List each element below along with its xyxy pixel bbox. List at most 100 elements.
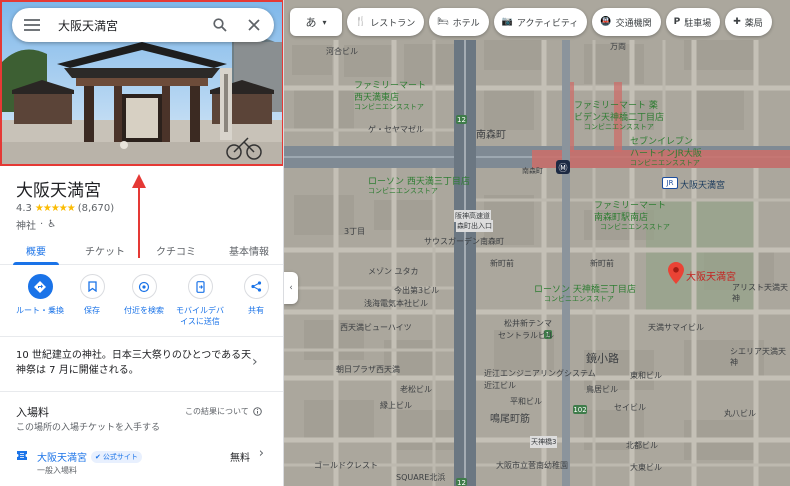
tab-overview[interactable]: 概要 [0,232,72,264]
menu-icon[interactable] [20,13,44,37]
send-to-phone-button[interactable]: モバイルデバ イスに送信 [171,274,229,327]
map-label: 平和ビル [510,397,542,406]
map-label: ゴールドクレスト [314,461,378,470]
search-input[interactable]: 大阪天満宮 [58,17,208,34]
close-icon[interactable] [242,13,266,37]
camera-icon: 📷 [501,17,513,27]
map-label: 大阪市立菅南幼稚園 [496,461,568,470]
map-label: 近江ビル [484,381,516,390]
action-buttons: ルート・乗換 保存 付近を検索 モバイルデバ イスに送信 共有 [0,274,283,327]
info-icon [252,407,262,416]
tab-about[interactable]: 基本情報 [214,232,283,264]
location-pin-icon [668,262,684,284]
review-count[interactable]: (8,670) [78,203,114,214]
map-label: 南森町 [476,130,506,141]
save-button[interactable]: 保存 [67,274,117,327]
map-label: 浅海電気本社ビル [364,299,428,308]
map-label: メゾン ユタカ [368,267,419,276]
official-site-text: 公式サイト [102,452,138,461]
verified-icon: ✔ [95,452,101,461]
chevron-left-icon: ‹ [289,283,293,293]
map-label: 河合ビル [326,47,358,56]
parking-icon: P [673,17,681,27]
map-label: コンビニエンスストア [368,187,438,195]
map-label: コンビニエンスストア [354,103,424,111]
map-label: 鳴尾町筋 [490,414,530,425]
map-label: 鳥居ビル [586,385,618,394]
chip-label: アクティビティ [516,18,579,29]
map-label: 新町前 [490,259,514,268]
map-label: 鏡小路 [586,352,619,365]
map-label: 3丁目 [344,227,366,236]
subway-station-icon[interactable]: Ⓜ [556,160,570,174]
send-to-phone-icon [187,274,213,299]
chip-label: 駐車場 [684,18,712,29]
chip-pharmacy[interactable]: ✚ 薬局 [725,8,772,36]
chevron-down-icon: ▾ [322,17,327,27]
search-box[interactable]: 大阪天満宮 [12,8,274,42]
chip-activities[interactable]: 📷 アクティビティ [493,8,588,36]
map-label: 丸八ビル [724,409,756,418]
map-label: 松井新テンマ [504,319,552,328]
hotel-icon: 🛏 [437,17,449,27]
share-button[interactable]: 共有 [231,274,281,327]
about-result-link[interactable]: この結果について [185,406,262,417]
map-label: ゲ・セヤマゼル [368,125,424,134]
chip-restaurants[interactable]: 🍴 レストラン [347,8,425,36]
map-label: セントラルビル [498,331,554,340]
tab-tickets[interactable]: チケット [72,232,138,264]
language-button[interactable]: あ ▾ [290,8,342,36]
share-icon [243,274,269,299]
star-rating-icon: ★★★★★ [34,203,76,214]
tab-reviews[interactable]: クチコミ [138,232,214,264]
chevron-right-icon[interactable]: › [252,354,258,370]
map-labels: 河合ビル 万両 ファミリーマート 西天満東店 コンビニエンスストア ファミリーマ… [284,0,790,486]
category-chips: あ ▾ 🍴 レストラン 🛏 ホテル 📷 アクティビティ 🚇 交通機関 P 駐車場 ✚ 薬局 [284,8,790,38]
map-label: 天満サマイビル [648,323,704,332]
map-label: アリスト天満天神 [732,283,788,303]
place-tabs: 概要 チケット クチコミ 基本情報 [0,232,283,265]
map-label: 大阪天満宮 [680,181,726,191]
ticket-icon [17,451,27,460]
map-label: コンビニエンスストア [600,223,670,231]
save-label: 保存 [84,306,100,315]
official-site-badge: ✔ 公式サイト [91,450,142,463]
map-label: 天神橋3 [530,436,558,448]
chip-label: 薬局 [744,18,763,29]
chip-parking[interactable]: P 駐車場 [665,8,721,36]
map-canvas[interactable]: 12 1 102 12 河合ビル 万両 ファミリーマート 西天満東店 コンビニエ… [284,0,790,486]
map-label: 近江エンジニアリングシステム [484,369,596,378]
search-icon[interactable] [208,13,232,37]
map-label: SQUARE北浜 [396,473,446,482]
map-label: 大東ビル [630,463,662,472]
map-label: サウスガーデン南森町 [424,237,504,246]
chip-hotels[interactable]: 🛏 ホテル [429,8,489,36]
chevron-right-icon[interactable]: › [259,446,264,461]
chip-transit[interactable]: 🚇 交通機関 [592,8,661,36]
language-label: あ [305,16,317,29]
rating-value: 4.3 [16,203,32,214]
restaurant-icon: 🍴 [355,17,367,27]
place-description[interactable]: 10 世紀建立の神社。日本三大祭りのひとつである天神祭は 7 月に開催される。 [16,348,256,378]
pharmacy-icon: ✚ [733,17,741,27]
ticket-row[interactable]: 大阪天満宮 ✔ 公式サイト 一般入場料 無料 › [16,446,268,479]
place-title: 大阪天満宮 [16,181,101,201]
app-root: 大阪天満宮 大阪天満宮 4.3 ★★★★★ (8,670) 神社 · ♿ 概要 … [0,0,790,486]
ticket-type: 一般入場料 [37,466,77,475]
nearby-icon [131,274,157,299]
divider [0,336,283,337]
marker-label[interactable]: 大阪天満宮 [686,268,736,283]
map-label: 老松ビル [400,385,432,394]
place-photo[interactable]: 大阪天満宮 [0,0,283,166]
directions-label: ルート・乗換 [16,306,64,315]
map-label: 縁上ビル [380,401,412,410]
map-label: 万両 [610,42,626,51]
chip-label: レストラン [370,18,416,29]
nearby-button[interactable]: 付近を検索 [119,274,169,327]
rating-row: 4.3 ★★★★★ (8,670) [16,203,114,214]
directions-icon [27,274,53,299]
map-label: シエリア天満天神 [730,347,786,367]
collapse-panel-button[interactable]: ‹ [284,272,298,304]
jr-station-icon[interactable]: JR [662,177,678,189]
directions-button[interactable]: ルート・乗換 [15,274,65,327]
